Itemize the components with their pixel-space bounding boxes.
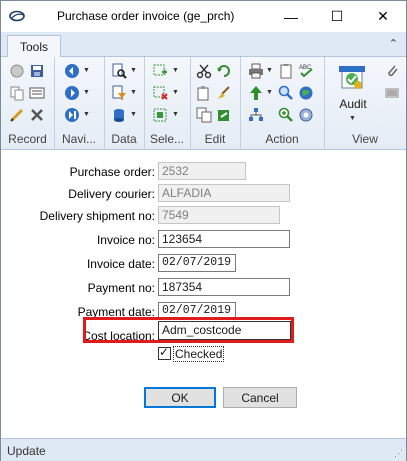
status-bar: Update ⋰ xyxy=(1,438,406,461)
navigation-group-label: Navi... xyxy=(61,132,96,146)
chevron-down-icon[interactable]: ▼ xyxy=(130,67,137,74)
tab-tools[interactable]: Tools xyxy=(7,35,61,57)
checked-checkbox[interactable]: ✓ xyxy=(158,345,171,360)
checked-label[interactable]: Checked xyxy=(173,346,225,362)
invoice-no-label: Invoice no: xyxy=(96,233,155,247)
cancel-button[interactable]: Cancel xyxy=(223,387,297,408)
payment-no-label: Payment no: xyxy=(87,281,155,295)
delivery-shipment-field: 7549 xyxy=(158,206,280,224)
ribbon-tab-strip: Tools ⌃ xyxy=(1,32,406,57)
view-group-label: View xyxy=(352,132,378,146)
settings-globe-icon[interactable] xyxy=(298,107,314,123)
maximize-button[interactable]: ☐ xyxy=(314,1,360,32)
audit-button[interactable]: Audit xyxy=(328,97,378,111)
invoice-date-input[interactable]: 02/07/2019 xyxy=(158,254,236,272)
payment-no-input[interactable]: 187354 xyxy=(158,278,290,296)
copy-icon[interactable] xyxy=(196,107,212,123)
view-group: Audit ▼ View xyxy=(324,57,406,149)
edit-pencil-icon[interactable] xyxy=(9,107,25,123)
chevron-down-icon[interactable]: ▼ xyxy=(172,67,179,74)
select-add-icon[interactable] xyxy=(152,63,168,79)
zoom-in-icon[interactable] xyxy=(278,107,294,123)
close-button[interactable]: ✕ xyxy=(360,1,406,32)
chevron-down-icon[interactable]: ▼ xyxy=(130,111,137,118)
edit-group: Edit xyxy=(190,57,241,149)
upload-icon[interactable] xyxy=(248,85,264,101)
save-icon[interactable] xyxy=(29,63,45,79)
last-record-icon[interactable] xyxy=(64,107,80,123)
attachment-icon[interactable] xyxy=(384,63,400,79)
app-logo-icon xyxy=(9,10,25,22)
purchase-order-field: 2532 xyxy=(158,162,246,180)
chevron-down-icon[interactable]: ▼ xyxy=(266,89,273,96)
ribbon: Record ▼ ▼ ▼ Navi... ▼ ▼ ▼ Data ▼ ▼ ▼ Se… xyxy=(1,57,406,150)
invoice-no-input[interactable]: 123654 xyxy=(158,230,290,248)
chevron-down-icon[interactable]: ▼ xyxy=(130,89,137,96)
database-icon[interactable] xyxy=(111,107,127,123)
clipboard-icon[interactable] xyxy=(278,63,294,79)
organization-icon[interactable] xyxy=(248,107,264,123)
collapse-ribbon-icon[interactable]: ⌃ xyxy=(389,37,398,50)
paste-icon[interactable] xyxy=(196,85,212,101)
status-text: Update xyxy=(7,444,46,458)
selection-group-label: Sele... xyxy=(149,132,185,146)
form-view-icon[interactable] xyxy=(29,85,45,101)
action-group-label: Action xyxy=(265,132,299,146)
chevron-down-icon[interactable]: ▼ xyxy=(83,67,90,74)
edit-group-label: Edit xyxy=(204,132,226,146)
window-title: Purchase order invoice (ge_prch) xyxy=(57,9,235,23)
spellcheck-icon[interactable]: ABC xyxy=(298,63,314,79)
chevron-down-icon[interactable]: ▼ xyxy=(83,111,90,118)
data-group-label: Data xyxy=(111,132,137,146)
barcode-icon[interactable] xyxy=(384,85,400,101)
audit-icon[interactable] xyxy=(336,62,368,94)
delivery-shipment-label: Delivery shipment no: xyxy=(39,209,155,223)
previous-record-icon[interactable] xyxy=(64,63,80,79)
find-icon[interactable] xyxy=(111,63,127,79)
record-group-label: Record xyxy=(8,132,47,146)
delivery-courier-field: ALFADIA xyxy=(158,184,290,202)
data-group: ▼ ▼ ▼ Data xyxy=(104,57,145,149)
resize-grip-icon[interactable]: ⋰ xyxy=(394,448,403,459)
purchase-order-label: Purchase order: xyxy=(69,165,155,179)
title-bar: Purchase order invoice (ge_prch) — ☐ ✕ xyxy=(1,1,406,32)
cut-icon[interactable] xyxy=(196,63,212,79)
select-remove-icon[interactable] xyxy=(152,85,168,101)
minimize-button[interactable]: — xyxy=(268,1,314,32)
delete-icon[interactable] xyxy=(29,107,45,123)
filter-icon[interactable] xyxy=(111,85,127,101)
globe-icon[interactable] xyxy=(298,85,314,101)
record-status-icon[interactable] xyxy=(9,63,25,79)
record-group: Record xyxy=(1,57,55,149)
checkmark-icon: ✓ xyxy=(159,345,170,359)
invoice-date-label: Invoice date: xyxy=(86,257,155,271)
ok-button[interactable]: OK xyxy=(144,387,216,408)
delivery-courier-label: Delivery courier: xyxy=(68,187,155,201)
chevron-down-icon[interactable]: ▼ xyxy=(172,111,179,118)
undo-icon[interactable] xyxy=(216,63,232,79)
next-record-icon[interactable] xyxy=(64,85,80,101)
redo-icon[interactable] xyxy=(216,107,232,123)
purchase-order-invoice-window: Purchase order invoice (ge_prch) — ☐ ✕ T… xyxy=(0,0,407,461)
selection-group: ▼ ▼ ▼ Sele... xyxy=(144,57,191,149)
select-all-icon[interactable] xyxy=(152,107,168,123)
search-icon[interactable] xyxy=(278,85,294,101)
clear-brush-icon[interactable] xyxy=(216,85,232,101)
navigation-group: ▼ ▼ ▼ Navi... xyxy=(54,57,105,149)
chevron-down-icon[interactable]: ▼ xyxy=(172,89,179,96)
copy-record-icon[interactable] xyxy=(9,85,25,101)
print-icon[interactable] xyxy=(248,63,264,79)
chevron-down-icon[interactable]: ▼ xyxy=(349,115,356,122)
cost-location-highlight xyxy=(83,317,294,343)
action-group: ▼ ABC ▼ Action xyxy=(240,57,325,149)
chevron-down-icon[interactable]: ▼ xyxy=(83,89,90,96)
chevron-down-icon[interactable]: ▼ xyxy=(266,67,273,74)
